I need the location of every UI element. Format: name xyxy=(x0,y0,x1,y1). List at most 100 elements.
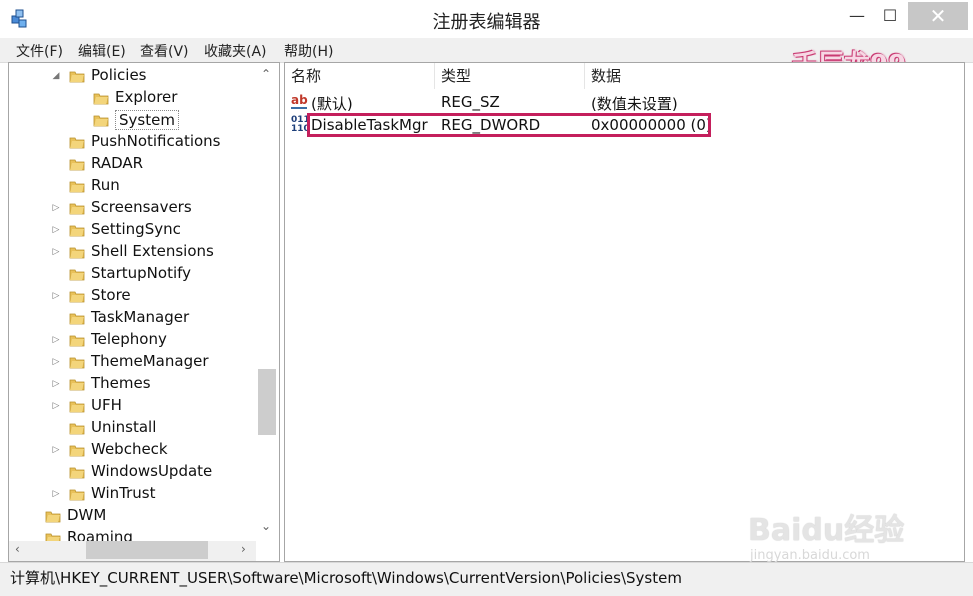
tree-item-label: WinTrust xyxy=(91,484,156,502)
expand-icon[interactable]: ▷ xyxy=(51,333,61,347)
folder-icon xyxy=(69,291,85,303)
expand-icon xyxy=(51,179,61,193)
folder-icon xyxy=(69,225,85,237)
expand-icon xyxy=(51,267,61,281)
tree-item[interactable]: ▷ Telephony xyxy=(9,329,254,351)
expand-icon[interactable]: ▷ xyxy=(51,443,61,457)
value-data: (数值未设置) xyxy=(591,95,678,113)
collapse-icon[interactable]: ◢ xyxy=(51,69,61,83)
expand-icon[interactable]: ▷ xyxy=(51,245,61,259)
status-bar: 计算机\HKEY_CURRENT_USER\Software\Microsoft… xyxy=(0,562,973,596)
tree-item[interactable]: WindowsUpdate xyxy=(9,461,254,483)
folder-icon xyxy=(69,181,85,193)
folder-icon xyxy=(69,313,85,325)
tree-item[interactable]: RADAR xyxy=(9,153,254,175)
folder-icon xyxy=(93,93,109,105)
scroll-right-arrow-icon[interactable]: › xyxy=(241,542,246,556)
tree-item[interactable]: ▷ Themes xyxy=(9,373,254,395)
expand-icon xyxy=(51,135,61,149)
window-title: 注册表编辑器 xyxy=(432,12,541,33)
tree-item-label: Shell Extensions xyxy=(91,242,214,260)
expand-icon[interactable]: ▷ xyxy=(51,355,61,369)
folder-icon xyxy=(69,335,85,347)
values-pane[interactable]: 名称 类型 数据 ab (默认) REG_SZ (数值未设置) 011 110 … xyxy=(284,62,965,562)
tree-item-label: Run xyxy=(91,176,120,194)
expand-icon[interactable]: ▷ xyxy=(51,289,61,303)
menu-edit[interactable]: 编辑(E) xyxy=(78,41,126,61)
tree-item[interactable]: StartupNotify xyxy=(9,263,254,285)
baidu-url-watermark: jingyan.baidu.com xyxy=(750,548,870,563)
column-header-data[interactable]: 数据 xyxy=(585,63,964,89)
scroll-up-arrow-icon[interactable]: ⌃ xyxy=(261,67,271,81)
tree-item[interactable]: ▷ UFH xyxy=(9,395,254,417)
tree-item-selected-label: System xyxy=(115,110,179,130)
key-tree-pane[interactable]: ◢ Policies Explorer System PushNotifications… xyxy=(8,62,280,562)
folder-icon xyxy=(69,445,85,457)
tree-item-label: UFH xyxy=(91,396,122,414)
string-value-icon: ab xyxy=(291,93,308,109)
expand-icon xyxy=(75,113,85,127)
expand-icon xyxy=(75,91,85,105)
expand-icon[interactable]: ▷ xyxy=(51,223,61,237)
expand-icon[interactable]: ▷ xyxy=(51,487,61,501)
menu-view[interactable]: 查看(V) xyxy=(140,41,189,61)
highlight-box xyxy=(307,113,711,137)
tree-item-label: PushNotifications xyxy=(91,132,221,150)
menu-favorites[interactable]: 收藏夹(A) xyxy=(204,41,267,61)
expand-icon[interactable]: ▷ xyxy=(51,377,61,391)
menu-help[interactable]: 帮助(H) xyxy=(284,41,333,61)
tree-item[interactable]: ▷ SettingSync xyxy=(9,219,254,241)
value-name[interactable]: (默认) xyxy=(311,93,353,114)
tree-item-label: DWM xyxy=(67,506,107,524)
column-header-name[interactable]: 名称 xyxy=(285,63,435,89)
tree-item[interactable]: ▷ Webcheck xyxy=(9,439,254,461)
tree-item[interactable]: Explorer xyxy=(9,87,254,109)
title-bar: 注册表编辑器 — ☐ ✕ xyxy=(0,0,973,38)
folder-icon xyxy=(69,489,85,501)
menu-file[interactable]: 文件(F) xyxy=(16,41,63,61)
horizontal-scroll-thumb[interactable] xyxy=(86,541,208,559)
vertical-scroll-thumb[interactable] xyxy=(258,369,276,435)
tree-item[interactable]: Uninstall xyxy=(9,417,254,439)
tree-item-label: TaskManager xyxy=(91,308,190,326)
scroll-left-arrow-icon[interactable]: ‹ xyxy=(15,542,20,556)
tree-item-label: SettingSync xyxy=(91,220,181,238)
tree-item[interactable]: System xyxy=(9,109,254,131)
expand-icon xyxy=(51,157,61,171)
expand-icon xyxy=(27,509,37,523)
tree-item[interactable]: PushNotifications xyxy=(9,131,254,153)
folder-icon xyxy=(69,401,85,413)
tree-item-label: RADAR xyxy=(91,154,144,172)
minimize-button[interactable]: — xyxy=(842,2,872,30)
folder-icon xyxy=(69,467,85,479)
tree-item-label: Store xyxy=(91,286,131,304)
tree-item[interactable]: ◢ Policies xyxy=(9,65,254,87)
maximize-button[interactable]: ☐ xyxy=(875,2,905,30)
tree-item[interactable]: TaskManager xyxy=(9,307,254,329)
tree-item-label: Policies xyxy=(91,66,147,84)
tree-item[interactable]: Run xyxy=(9,175,254,197)
tree-item[interactable]: ▷ Shell Extensions xyxy=(9,241,254,263)
vertical-scrollbar[interactable] xyxy=(256,63,276,541)
expand-icon[interactable]: ▷ xyxy=(51,399,61,413)
tree-item[interactable]: ▷ ThemeManager xyxy=(9,351,254,373)
column-header-type[interactable]: 类型 xyxy=(435,63,585,89)
key-path: 计算机\HKEY_CURRENT_USER\Software\Microsoft… xyxy=(10,569,682,587)
tree-item-label: Webcheck xyxy=(91,440,168,458)
tree-item-label: Telephony xyxy=(91,330,167,348)
tree-item-label: ThemeManager xyxy=(91,352,209,370)
tree-item-label: Themes xyxy=(91,374,151,392)
close-button[interactable]: ✕ xyxy=(908,2,968,30)
tree-item[interactable]: DWM xyxy=(9,505,254,527)
tree-item[interactable]: ▷ Store xyxy=(9,285,254,307)
scroll-down-arrow-icon[interactable]: ⌄ xyxy=(261,519,271,533)
tree-item[interactable]: ▷ WinTrust xyxy=(9,483,254,505)
folder-icon xyxy=(69,357,85,369)
tree-item-label: Explorer xyxy=(115,88,178,106)
folder-icon xyxy=(69,269,85,281)
tree-item[interactable]: ▷ Screensavers xyxy=(9,197,254,219)
value-type: REG_SZ xyxy=(441,93,500,111)
tree-item-label: Screensavers xyxy=(91,198,192,216)
tree-item-label: StartupNotify xyxy=(91,264,192,282)
expand-icon[interactable]: ▷ xyxy=(51,201,61,215)
